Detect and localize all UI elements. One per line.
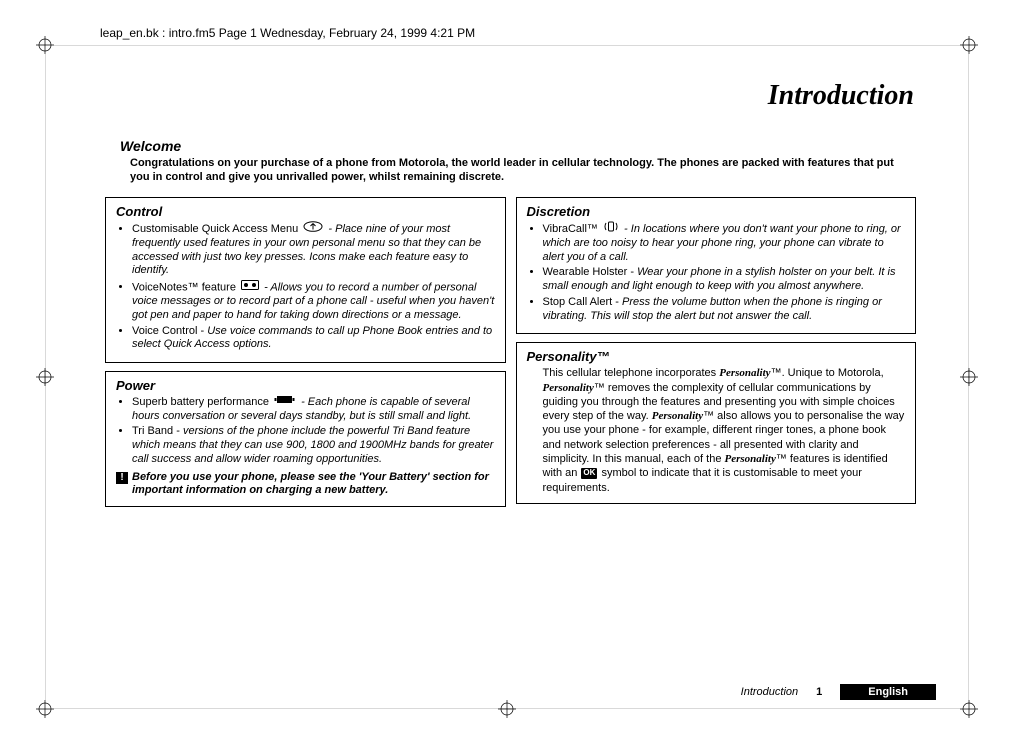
personality-box: Personality™ This cellular telephone inc… bbox=[516, 342, 917, 504]
control-heading: Control bbox=[116, 204, 495, 219]
feature-lead: Tri Band - bbox=[132, 425, 183, 437]
page-border bbox=[54, 708, 960, 709]
feature-lead: Superb battery performance bbox=[132, 396, 272, 408]
ok-icon: OK bbox=[581, 468, 597, 479]
feature-lead: Wearable Holster - bbox=[543, 266, 638, 278]
personality-trademark: Personality bbox=[719, 367, 770, 379]
battery-warning: Before you use your phone, please see th… bbox=[132, 471, 495, 499]
page-footer: Introduction 1 English bbox=[741, 684, 936, 700]
control-box: Control Customisable Quick Access Menu -… bbox=[105, 197, 506, 363]
feature-lead: VibraCall™ bbox=[543, 223, 602, 235]
discretion-box: Discretion VibraCall™ - In locations whe… bbox=[516, 197, 917, 334]
personality-trademark: Personality bbox=[543, 382, 594, 394]
list-item: VibraCall™ - In locations where you don'… bbox=[543, 221, 906, 264]
tape-icon bbox=[241, 280, 259, 295]
crop-mark-icon bbox=[36, 36, 54, 54]
personality-body: This cellular telephone incorporates Per… bbox=[527, 366, 906, 495]
footer-section-label: Introduction bbox=[741, 686, 798, 698]
feature-lead: Customisable Quick Access Menu bbox=[132, 223, 301, 235]
list-item: Stop Call Alert - Press the volume butto… bbox=[543, 296, 906, 324]
personality-trademark: Personality bbox=[652, 410, 703, 422]
page-title: Introduction bbox=[768, 80, 914, 112]
feature-desc: versions of the phone include the powerf… bbox=[132, 425, 493, 465]
personality-trademark: Personality bbox=[725, 453, 776, 465]
feature-lead: Stop Call Alert - bbox=[543, 296, 622, 308]
vibrate-icon bbox=[603, 221, 619, 237]
text: This cellular telephone incorporates bbox=[543, 367, 720, 379]
up-oval-icon bbox=[303, 221, 323, 237]
crop-mark-icon bbox=[960, 36, 978, 54]
list-item: Tri Band - versions of the phone include… bbox=[132, 425, 495, 466]
list-item: VoiceNotes™ feature - Allows you to reco… bbox=[132, 280, 495, 323]
list-item: Superb battery performance - Each phone … bbox=[132, 395, 495, 423]
battery-icon bbox=[274, 395, 296, 409]
crop-mark-icon bbox=[960, 368, 978, 386]
personality-heading: Personality™ bbox=[527, 349, 906, 364]
power-box: Power Superb battery performance - Each … bbox=[105, 371, 506, 507]
discretion-heading: Discretion bbox=[527, 204, 906, 219]
power-heading: Power bbox=[116, 378, 495, 393]
list-item: Voice Control - Use voice commands to ca… bbox=[132, 325, 495, 353]
crop-mark-icon bbox=[36, 700, 54, 718]
warning-icon: ! bbox=[116, 472, 128, 484]
list-item: Customisable Quick Access Menu - Place n… bbox=[132, 221, 495, 278]
page-border bbox=[45, 54, 46, 700]
feature-lead: VoiceNotes™ feature bbox=[132, 281, 239, 293]
text: ™. Unique to Motorola, bbox=[771, 367, 884, 379]
page-border bbox=[54, 45, 960, 46]
feature-lead: Voice Control - bbox=[132, 325, 207, 337]
page-meta-header: leap_en.bk : intro.fm5 Page 1 Wednesday,… bbox=[100, 26, 475, 40]
footer-language-badge: English bbox=[840, 684, 936, 700]
crop-mark-icon bbox=[960, 700, 978, 718]
page-border bbox=[968, 54, 969, 700]
footer-page-number: 1 bbox=[816, 686, 822, 698]
list-item: Wearable Holster - Wear your phone in a … bbox=[543, 266, 906, 294]
welcome-heading: Welcome bbox=[120, 138, 181, 154]
crop-mark-icon bbox=[498, 700, 516, 718]
welcome-body: Congratulations on your purchase of a ph… bbox=[130, 156, 916, 185]
